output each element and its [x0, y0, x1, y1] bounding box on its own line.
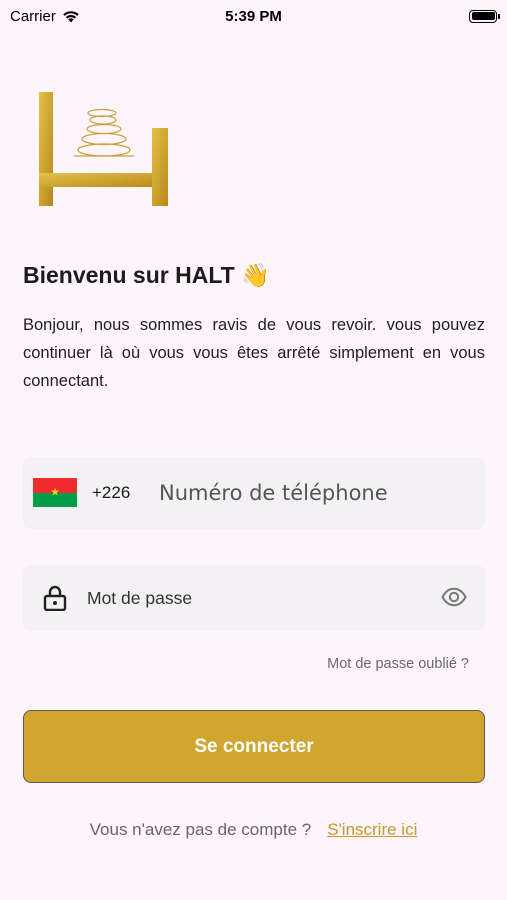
wifi-icon [63, 10, 79, 22]
status-bar: Carrier 5:39 PM [0, 0, 507, 32]
dial-code[interactable]: +226 [92, 483, 130, 503]
halt-logo-icon [39, 92, 168, 206]
forgot-password-link[interactable]: Mot de passe oublié ? [327, 656, 469, 672]
eye-icon[interactable] [441, 587, 467, 607]
status-left: Carrier [10, 8, 80, 25]
page-title: Bienvenu sur HALT 👋 [23, 262, 270, 288]
phone-input[interactable] [159, 473, 469, 513]
welcome-message: Bonjour, nous sommes ravis de vous revoi… [23, 316, 485, 390]
phone-field[interactable]: ★ +226 [23, 457, 485, 529]
battery-icon [469, 9, 500, 23]
signup-question: Vous n'avez pas de compte ? [89, 820, 312, 839]
password-input[interactable] [87, 581, 417, 615]
password-field[interactable] [23, 565, 485, 631]
carrier-label: Carrier [10, 7, 56, 25]
lock-icon [43, 585, 67, 611]
burkina-faso-flag-icon[interactable]: ★ [33, 478, 77, 507]
status-time: 5:39 PM [225, 7, 282, 25]
signup-link[interactable]: S'inscrire ici [327, 820, 417, 840]
signup-row: Vous n'avez pas de compte ? S'inscrire i… [0, 820, 507, 840]
login-button[interactable]: Se connecter [23, 710, 485, 783]
